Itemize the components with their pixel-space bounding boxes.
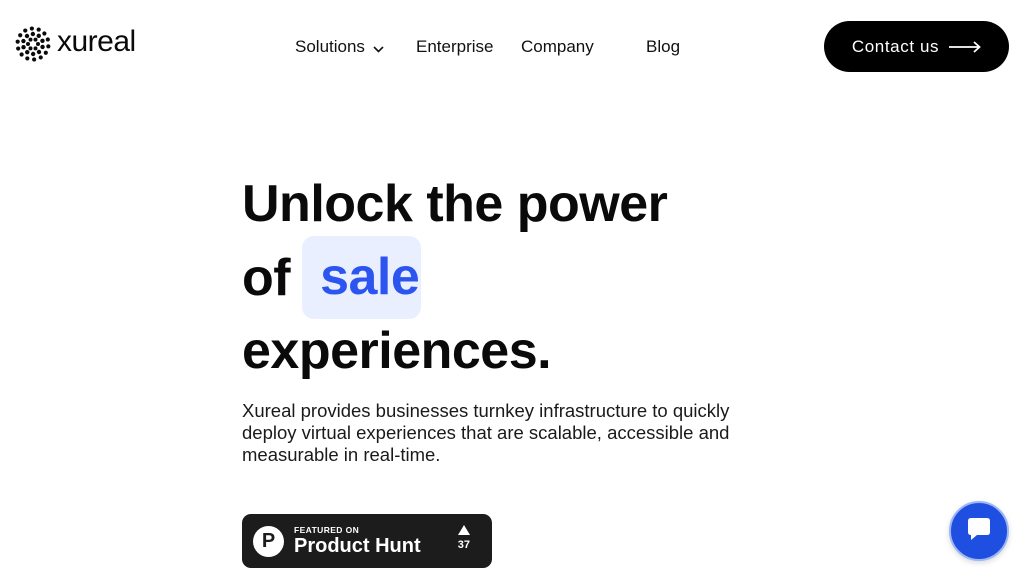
brand-name: xureal: [57, 25, 136, 58]
product-hunt-text: FEATURED ON Product Hunt: [294, 525, 421, 557]
product-hunt-votes: 37: [458, 525, 470, 551]
nav-item-label: Solutions: [295, 37, 365, 56]
hero-line-3: experiences.: [242, 322, 552, 380]
hero-line-2: of sale: [242, 236, 667, 319]
contact-us-button[interactable]: Contact us: [824, 21, 1009, 72]
nav-item-solutions[interactable]: Solutions: [295, 36, 384, 59]
nav-item-company[interactable]: Company: [521, 36, 594, 58]
hero-description: Xureal provides businesses turnkey infra…: [242, 400, 730, 465]
hero-highlight-word: sale: [302, 236, 422, 319]
chevron-down-icon: [373, 37, 384, 59]
hero-line-1: Unlock the power: [242, 175, 668, 233]
product-hunt-name: Product Hunt: [294, 535, 421, 557]
nav-item-enterprise[interactable]: Enterprise: [416, 36, 493, 58]
product-hunt-badge[interactable]: P FEATURED ON Product Hunt 37: [242, 514, 492, 568]
product-hunt-logo-icon: P: [253, 525, 284, 557]
hero-heading: Unlock the power of sale experiences.: [242, 172, 668, 383]
upvote-icon: [457, 525, 470, 535]
brand-logo[interactable]: xureal: [15, 26, 136, 62]
chat-bubble-icon: [966, 516, 992, 547]
xureal-logo-icon: [15, 26, 51, 62]
product-hunt-vote-count: 37: [457, 539, 470, 551]
nav-item-blog[interactable]: Blog: [646, 36, 680, 58]
contact-us-label: Contact us: [851, 36, 940, 56]
product-hunt-featured-label: FEATURED ON: [294, 525, 360, 535]
hero-line-2-prefix: of: [242, 248, 291, 307]
chat-widget-button[interactable]: [949, 501, 1009, 561]
arrow-right-icon: [949, 40, 981, 53]
